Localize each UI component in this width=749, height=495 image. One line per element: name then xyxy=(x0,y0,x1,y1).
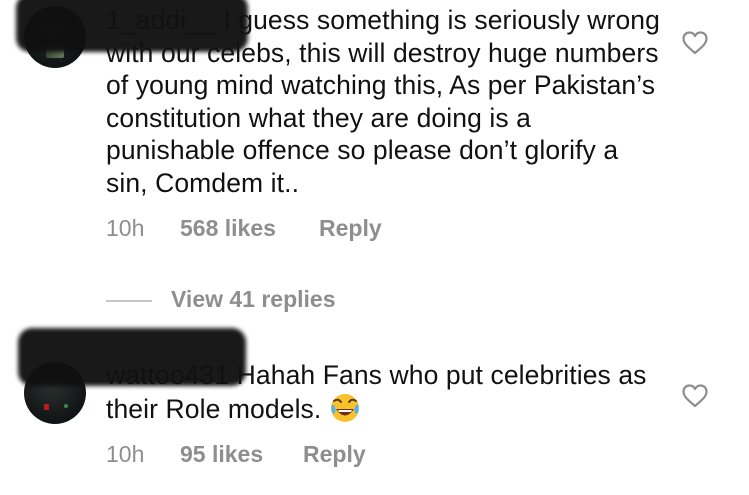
reply-button[interactable]: Reply xyxy=(319,215,382,242)
like-heart-icon[interactable] xyxy=(682,31,708,55)
face-with-tears-of-joy-icon xyxy=(329,392,361,424)
avatar-image-detail xyxy=(44,404,49,410)
reply-button[interactable]: Reply xyxy=(303,441,366,468)
view-replies-label[interactable]: View 41 replies xyxy=(171,286,336,313)
comment-username[interactable]: 1_addi__ xyxy=(106,5,216,35)
comment-text: wattoo431 Hahah Fans who put celebrities… xyxy=(106,359,666,425)
comment-time: 10h xyxy=(106,215,145,241)
comment-text: 1_addi__ I guess something is seriously … xyxy=(106,4,666,199)
avatar-image-detail xyxy=(64,404,68,408)
likes-count[interactable]: 95 likes xyxy=(180,441,263,468)
like-heart-icon[interactable] xyxy=(682,384,708,408)
likes-count[interactable]: 568 likes xyxy=(180,215,276,242)
replies-divider-line xyxy=(106,300,152,302)
comment-time: 10h xyxy=(106,441,145,467)
comment-username[interactable]: wattoo431 xyxy=(106,360,229,390)
